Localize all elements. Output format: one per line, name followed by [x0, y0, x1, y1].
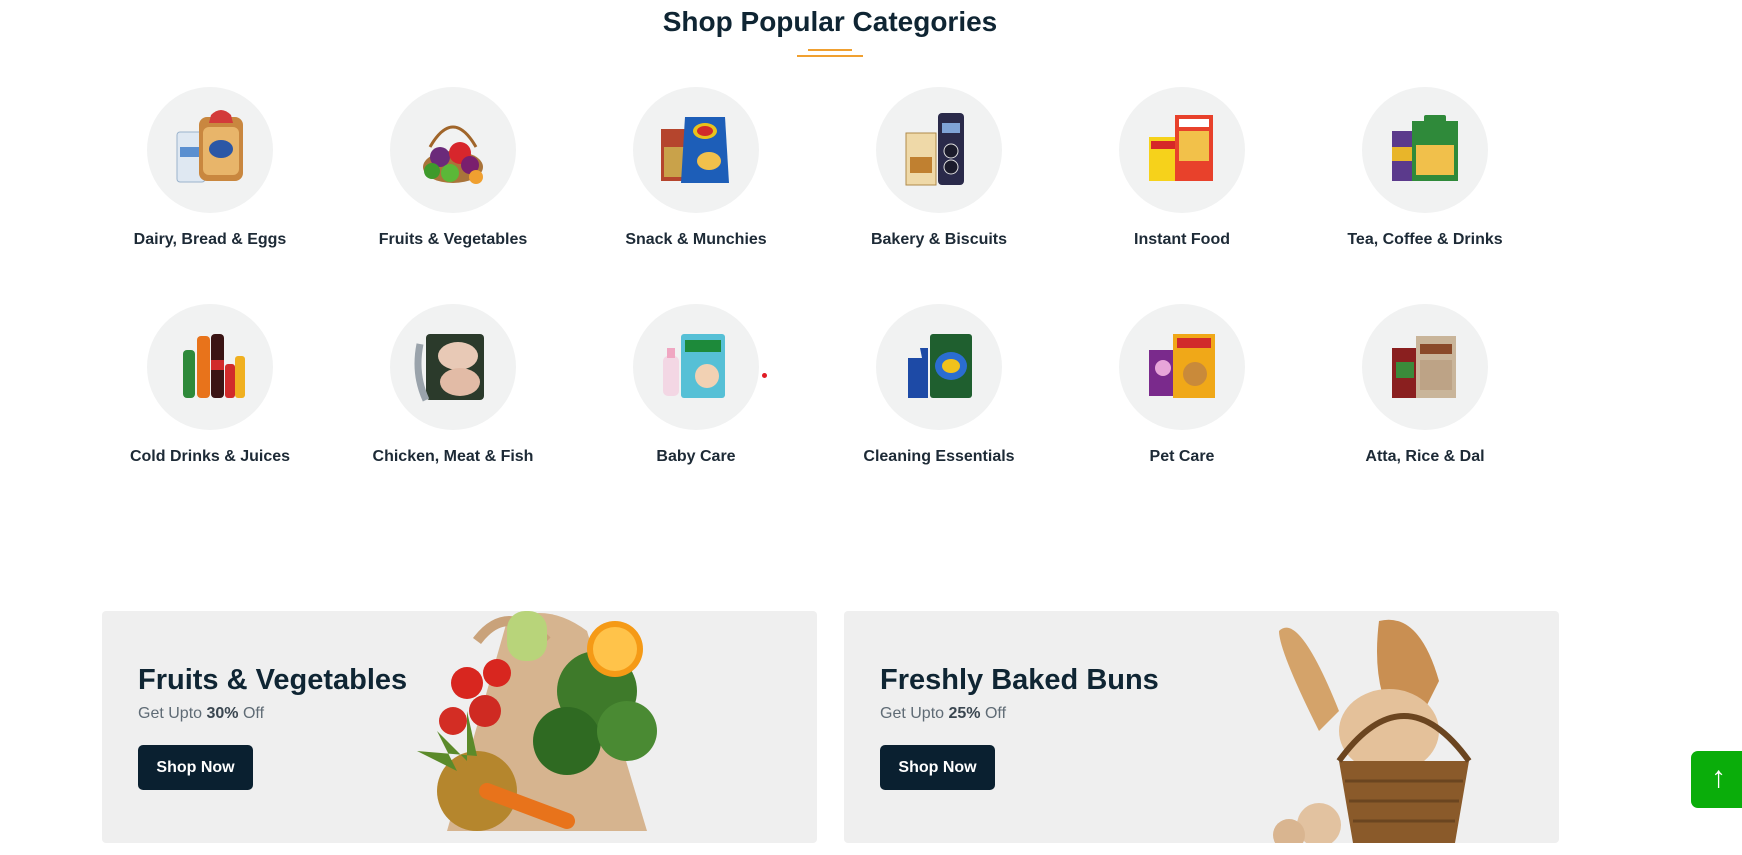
bakery-biscuits-icon — [876, 87, 1002, 213]
category-cleaning-essentials[interactable]: Cleaning Essentials — [829, 304, 1049, 466]
instant-food-icon — [1119, 87, 1245, 213]
category-label: Chicken, Meat & Fish — [372, 448, 534, 465]
banner-title: Fruits & Vegetables — [138, 664, 408, 696]
category-label: Fruits & Vegetables — [378, 231, 528, 248]
category-instant-food[interactable]: Instant Food — [1072, 87, 1292, 249]
bread-basket-banner-image — [1273, 619, 1472, 843]
category-label: Cold Drinks & Juices — [129, 448, 291, 465]
chicken-meat-fish-icon — [390, 304, 516, 430]
shop-now-button[interactable]: Shop Now — [138, 745, 253, 790]
snack-munchies-icon — [633, 87, 759, 213]
tea-coffee-drinks-icon — [1362, 87, 1488, 213]
banner-subtitle: Get Upto 25% Off — [880, 705, 1007, 722]
category-label: Atta, Rice & Dal — [1365, 448, 1485, 465]
baby-care-icon — [633, 304, 759, 430]
cold-drinks-juices-icon — [147, 304, 273, 430]
category-label: Instant Food — [1134, 231, 1230, 248]
fruits-vegetables-icon — [390, 87, 516, 213]
banner-discount: 25% — [948, 705, 981, 722]
category-tea-coffee-drinks[interactable]: Tea, Coffee & Drinks — [1315, 87, 1535, 249]
category-label: Pet Care — [1149, 448, 1215, 465]
dairy-bread-eggs-icon — [147, 87, 273, 213]
category-bakery-biscuits[interactable]: Bakery & Biscuits — [829, 87, 1049, 249]
red-dot — [762, 373, 767, 378]
section-title: Shop Popular Categories — [662, 6, 998, 37]
category-cold-drinks-juices[interactable]: Cold Drinks & Juices — [100, 304, 320, 466]
category-chicken-meat-fish[interactable]: Chicken, Meat & Fish — [343, 304, 563, 466]
scroll-to-top-button[interactable]: ↑ — [1691, 751, 1742, 808]
category-baby-care[interactable]: Baby Care — [586, 304, 806, 466]
banner-freshly-baked-buns: Freshly Baked Buns Get Upto 25% Off Shop… — [844, 611, 1559, 843]
banner-fruits-vegetables: Fruits & Vegetables Get Upto 30% Off Sho… — [102, 611, 817, 843]
category-atta-rice-dal[interactable]: Atta, Rice & Dal — [1315, 304, 1535, 466]
category-fruits-vegetables[interactable]: Fruits & Vegetables — [343, 87, 563, 249]
category-label: Cleaning Essentials — [863, 448, 1015, 465]
banner-discount: 30% — [206, 705, 239, 722]
title-underline — [797, 49, 863, 59]
category-pet-care[interactable]: Pet Care — [1072, 304, 1292, 466]
category-label: Baby Care — [656, 448, 736, 465]
category-snack-munchies[interactable]: Snack & Munchies — [586, 87, 806, 249]
shop-now-button[interactable]: Shop Now — [880, 745, 995, 790]
atta-rice-dal-icon — [1362, 304, 1488, 430]
arrow-up-icon: ↑ — [1711, 761, 1726, 794]
banner-subtitle: Get Upto 30% Off — [138, 705, 265, 722]
category-label: Bakery & Biscuits — [870, 231, 1008, 248]
category-dairy-bread-eggs[interactable]: Dairy, Bread & Eggs — [100, 87, 320, 249]
fruits-vegetables-banner-image — [417, 611, 657, 831]
category-label: Snack & Munchies — [625, 231, 767, 248]
pet-care-icon — [1119, 304, 1245, 430]
banner-title: Freshly Baked Buns — [880, 664, 1159, 696]
category-label: Dairy, Bread & Eggs — [133, 231, 287, 248]
category-label: Tea, Coffee & Drinks — [1347, 231, 1503, 248]
cleaning-essentials-icon — [876, 304, 1002, 430]
